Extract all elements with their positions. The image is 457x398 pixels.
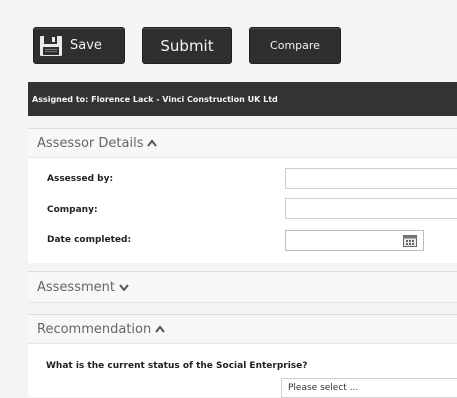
save-button[interactable]: Save bbox=[33, 27, 125, 64]
compare-button[interactable]: Compare bbox=[249, 27, 341, 64]
company-input[interactable] bbox=[285, 198, 457, 219]
calendar-icon[interactable] bbox=[400, 232, 420, 249]
submit-button-label: Submit bbox=[160, 36, 214, 55]
recommendation-title: Recommendation bbox=[37, 321, 152, 337]
assessed-by-input[interactable] bbox=[285, 168, 457, 189]
chevron-down-icon bbox=[119, 283, 129, 291]
chevron-up-icon bbox=[147, 139, 158, 147]
assessor-details-title: Assessor Details bbox=[37, 135, 144, 151]
chevron-up-icon bbox=[155, 325, 166, 333]
assigned-to-bar: Assigned to: Florence Lack - Vinci Const… bbox=[28, 82, 457, 116]
toolbar: Save Submit Compare bbox=[0, 0, 457, 82]
recommendation-header[interactable]: Recommendation bbox=[28, 314, 457, 344]
assessor-details-panel: Assessor Details Assessed by: Company: D… bbox=[28, 128, 457, 263]
assessment-header[interactable]: Assessment bbox=[28, 271, 457, 303]
submit-button[interactable]: Submit bbox=[142, 27, 232, 64]
date-completed-label: Date completed: bbox=[47, 235, 132, 245]
social-enterprise-status-select[interactable]: Please select ... bbox=[281, 378, 457, 398]
assigned-to-text: Assigned to: Florence Lack - Vinci Const… bbox=[32, 94, 278, 104]
assessment-title: Assessment bbox=[37, 279, 115, 295]
assessor-details-header[interactable]: Assessor Details bbox=[28, 128, 457, 158]
assessed-by-label: Assessed by: bbox=[47, 174, 114, 184]
save-button-label: Save bbox=[70, 38, 102, 53]
company-label: Company: bbox=[47, 205, 98, 215]
floppy-disk-icon bbox=[39, 35, 63, 57]
select-value: Please select ... bbox=[288, 383, 359, 393]
recommendation-panel: Recommendation What is the current statu… bbox=[28, 314, 457, 398]
social-enterprise-status-question: What is the current status of the Social… bbox=[46, 361, 308, 371]
compare-button-label: Compare bbox=[270, 39, 320, 52]
assessment-panel: Assessment bbox=[28, 271, 457, 303]
